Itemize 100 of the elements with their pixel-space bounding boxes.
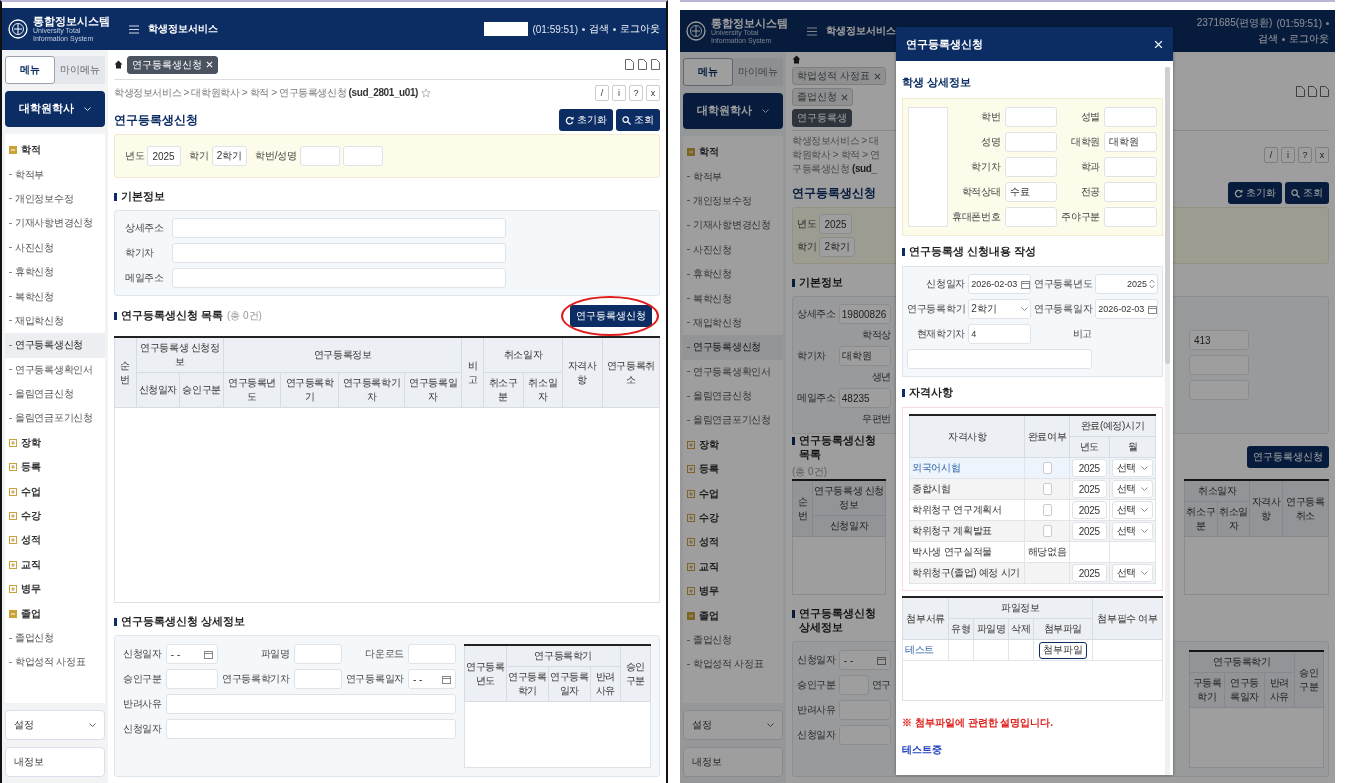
- input-field[interactable]: 수료: [1004, 182, 1058, 202]
- menu-item[interactable]: 재입학신청: [683, 310, 783, 336]
- date-field[interactable]: 2026-02-03: [968, 274, 1031, 294]
- calendar-icon[interactable]: [877, 655, 886, 665]
- input-field[interactable]: 2025: [1071, 459, 1107, 477]
- input-field[interactable]: [1104, 182, 1157, 202]
- home-icon[interactable]: [114, 60, 123, 69]
- minus-box-icon[interactable]: [687, 148, 695, 157]
- caret-icon[interactable]: [89, 722, 96, 728]
- checkbox[interactable]: [1042, 525, 1052, 538]
- header-link[interactable]: 로그아웃: [620, 22, 660, 36]
- menu-icon[interactable]: [807, 26, 817, 36]
- menu-group[interactable]: 졸업: [5, 601, 105, 626]
- table-row[interactable]: 외국어시험 2025 선택: [909, 457, 1156, 479]
- menu-item[interactable]: 기재사항변경신청: [5, 211, 105, 236]
- header-link[interactable]: 검색: [589, 22, 609, 36]
- document-icon[interactable]: [638, 59, 647, 70]
- apply-button[interactable]: 연구등록생신청: [570, 305, 652, 327]
- menu-item[interactable]: 학적부: [683, 164, 783, 189]
- input-field[interactable]: [1104, 157, 1157, 177]
- table-row[interactable]: 학위청구 연구계획서 2025 선택: [909, 499, 1156, 521]
- checkbox[interactable]: [1042, 483, 1052, 496]
- input-field[interactable]: 413: [1189, 330, 1249, 350]
- menu-item[interactable]: 개인정보수정: [683, 188, 783, 214]
- plus-box-icon[interactable]: [687, 538, 695, 547]
- menu-tab[interactable]: 메뉴: [5, 56, 55, 84]
- input-field[interactable]: [407, 644, 456, 664]
- document-icon[interactable]: [1296, 85, 1305, 97]
- menu-group[interactable]: 수강: [5, 503, 105, 529]
- reset-button[interactable]: 초기화: [1228, 182, 1282, 204]
- plus-box-icon[interactable]: [9, 487, 17, 496]
- header-link[interactable]: 검색: [1258, 32, 1278, 46]
- checkbox[interactable]: [1042, 462, 1052, 475]
- select-field[interactable]: 선택: [1111, 459, 1153, 477]
- input-field[interactable]: 2학기: [819, 237, 855, 257]
- search-button[interactable]: 조회: [1285, 182, 1329, 204]
- menu-item[interactable]: 학업성적 사정표: [683, 652, 783, 677]
- attach-button[interactable]: 첨부파일: [1038, 641, 1087, 659]
- input-field[interactable]: 2025: [1071, 501, 1107, 519]
- tool-button[interactable]: ?: [1298, 147, 1312, 163]
- menu-group[interactable]: 수업: [683, 481, 783, 506]
- menu-link[interactable]: 내정보: [683, 747, 783, 777]
- menu-tab[interactable]: 마이메뉴: [55, 56, 105, 84]
- menu-group[interactable]: 성적: [5, 528, 105, 553]
- menu-group[interactable]: 학적: [5, 138, 105, 163]
- table-row[interactable]: 학위청구(졸업) 예정 시기 2025 선택: [909, 562, 1156, 584]
- table-row[interactable]: 박사생 연구실적물 해당없음: [909, 541, 1156, 563]
- date-field[interactable]: - -: [407, 669, 456, 689]
- spinner-icon[interactable]: [1149, 279, 1155, 289]
- date-field[interactable]: - -: [838, 650, 891, 670]
- input-field[interactable]: [165, 719, 456, 739]
- input-field[interactable]: [1004, 107, 1058, 127]
- input-field[interactable]: [293, 669, 342, 689]
- menu-group[interactable]: 학적: [683, 140, 783, 165]
- input-field[interactable]: 2025: [1071, 480, 1107, 498]
- page-tab[interactable]: 학업성적 사정표: [792, 67, 886, 85]
- menu-tab[interactable]: 메뉴: [683, 58, 733, 86]
- select-field[interactable]: 선택: [1111, 501, 1153, 519]
- menu-item[interactable]: 기재사항변경신청: [683, 213, 783, 238]
- menu-item[interactable]: 연구등록생신청: [5, 333, 105, 358]
- table-row[interactable]: 종합시험 2025 선택: [909, 478, 1156, 500]
- input-field[interactable]: 48235: [838, 388, 891, 408]
- input-field[interactable]: [171, 243, 506, 263]
- select-field[interactable]: 선택: [1111, 480, 1153, 498]
- menu-group[interactable]: 등록: [5, 455, 105, 480]
- menu-group[interactable]: 장학: [683, 432, 783, 458]
- tool-button[interactable]: /: [595, 85, 609, 101]
- input-field[interactable]: [171, 268, 506, 288]
- input-field[interactable]: 대학원: [1104, 132, 1157, 152]
- input-field[interactable]: [1004, 207, 1058, 227]
- settings-dropdown[interactable]: 설정: [683, 710, 783, 740]
- menu-group[interactable]: 성적: [683, 530, 783, 555]
- menu-item[interactable]: 연구등록생신청: [683, 335, 783, 360]
- plus-box-icon[interactable]: [9, 536, 17, 545]
- input-field[interactable]: 2025: [1071, 522, 1107, 540]
- menu-item[interactable]: 재입학신청: [5, 308, 105, 334]
- calendar-icon[interactable]: [203, 649, 213, 659]
- calendar-icon[interactable]: [441, 674, 451, 684]
- menu-group[interactable]: 교직: [683, 554, 783, 580]
- menu-item[interactable]: 올림연금포기신청: [683, 408, 783, 433]
- input-field[interactable]: 2025: [819, 214, 852, 234]
- plus-box-icon[interactable]: [9, 512, 17, 521]
- tool-button[interactable]: i: [612, 85, 626, 101]
- document-link[interactable]: 테스트: [905, 644, 935, 655]
- search-button[interactable]: 조회: [616, 109, 660, 131]
- menu-group[interactable]: 장학: [5, 430, 105, 456]
- menu-group[interactable]: 수강: [683, 505, 783, 531]
- menu-item[interactable]: 학적부: [5, 162, 105, 187]
- tool-button[interactable]: /: [1264, 147, 1278, 163]
- input-field[interactable]: 4: [968, 324, 1031, 344]
- menu-item[interactable]: 사진신청: [5, 235, 105, 260]
- input-field[interactable]: [907, 349, 1093, 369]
- reset-button[interactable]: 초기화: [559, 109, 613, 131]
- input-field[interactable]: 2학기: [211, 146, 248, 166]
- menu-icon[interactable]: [129, 24, 139, 34]
- scrollbar[interactable]: [1165, 67, 1170, 775]
- menu-item[interactable]: 연구등록생확인서: [683, 359, 783, 384]
- caret-icon[interactable]: [767, 722, 774, 728]
- settings-dropdown[interactable]: 설정: [5, 710, 105, 740]
- document-icon[interactable]: [651, 59, 660, 70]
